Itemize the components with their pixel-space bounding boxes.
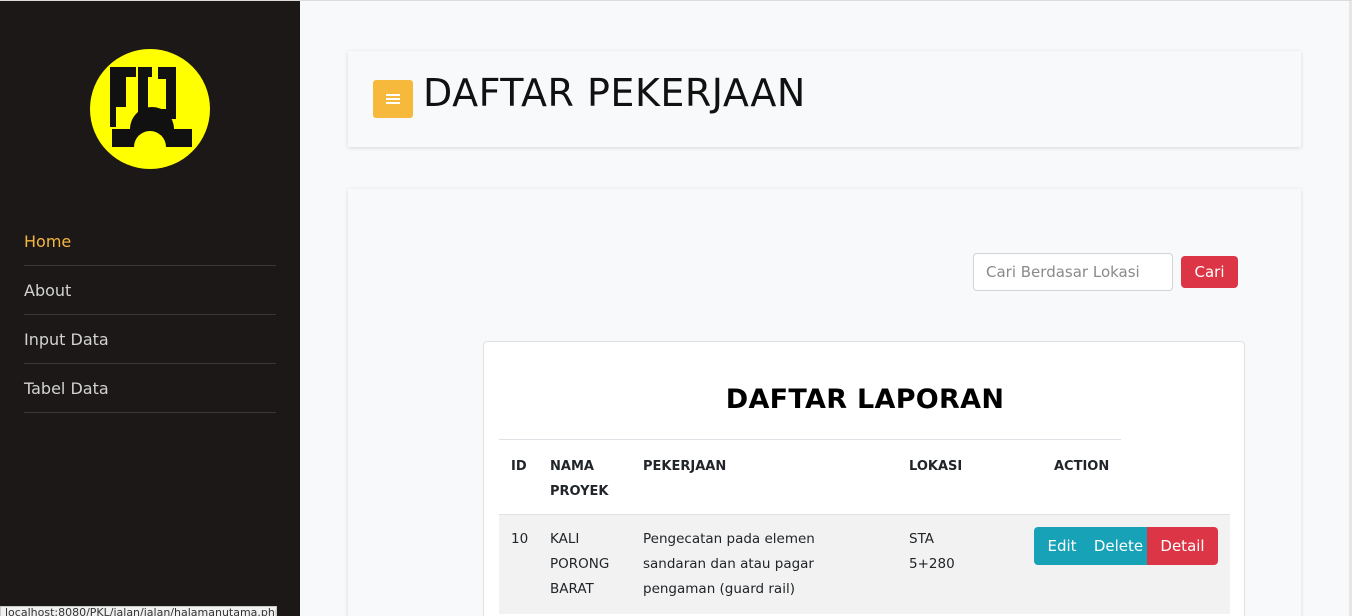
delete-button[interactable]: Delete: [1090, 527, 1147, 565]
cell-lokasi: STA 5+280: [909, 531, 955, 572]
edit-button[interactable]: Edit: [1034, 527, 1090, 565]
table-title: DAFTAR LAPORAN: [725, 384, 1005, 415]
column-header-id: ID: [511, 459, 527, 474]
sidebar-item-home[interactable]: Home: [24, 217, 276, 266]
report-table-card: DAFTAR LAPORAN ID NAMA PROYEK PEKERJAAN …: [483, 341, 1245, 616]
search-input[interactable]: [973, 253, 1173, 291]
cell-pekerjaan: Pengecatan pada elemen sandaran dan atau…: [643, 531, 815, 597]
search-button[interactable]: Cari: [1181, 256, 1238, 288]
cell-nama-proyek: KALI PORONG BARAT: [550, 531, 610, 597]
column-header-lokasi: LOKASI: [909, 459, 963, 474]
content-card: Cari DAFTAR LAPORAN ID NAMA PROYEK PEKER…: [348, 189, 1301, 616]
sidebar-item-tabel-data[interactable]: Tabel Data: [24, 364, 276, 413]
sidebar-nav: Home About Input Data Tabel Data: [24, 217, 276, 413]
sidebar-item-about[interactable]: About: [24, 266, 276, 315]
column-header-pekerjaan: PEKERJAAN: [643, 459, 727, 474]
column-header-nama-proyek: NAMA PROYEK: [550, 459, 609, 499]
pupr-logo[interactable]: [90, 49, 210, 169]
page-title: DAFTAR PEKERJAAN: [423, 71, 806, 115]
bars-icon: [386, 94, 400, 104]
cell-id: 10: [511, 531, 529, 547]
menu-toggle-button[interactable]: [373, 80, 413, 118]
table-row: 10 KALI PORONG BARAT Pengecatan pada ele…: [499, 514, 1230, 614]
detail-button[interactable]: Detail: [1147, 527, 1218, 565]
column-header-action: ACTION: [1054, 459, 1110, 474]
sidebar-item-input-data[interactable]: Input Data: [24, 315, 276, 364]
browser-status-url: localhost:8080/PKL/jalan/jalan/halamanut…: [0, 606, 277, 616]
sidebar: Home About Input Data Tabel Data: [0, 1, 300, 616]
table-divider: [499, 439, 1121, 440]
page-header: DAFTAR PEKERJAAN: [348, 51, 1301, 147]
